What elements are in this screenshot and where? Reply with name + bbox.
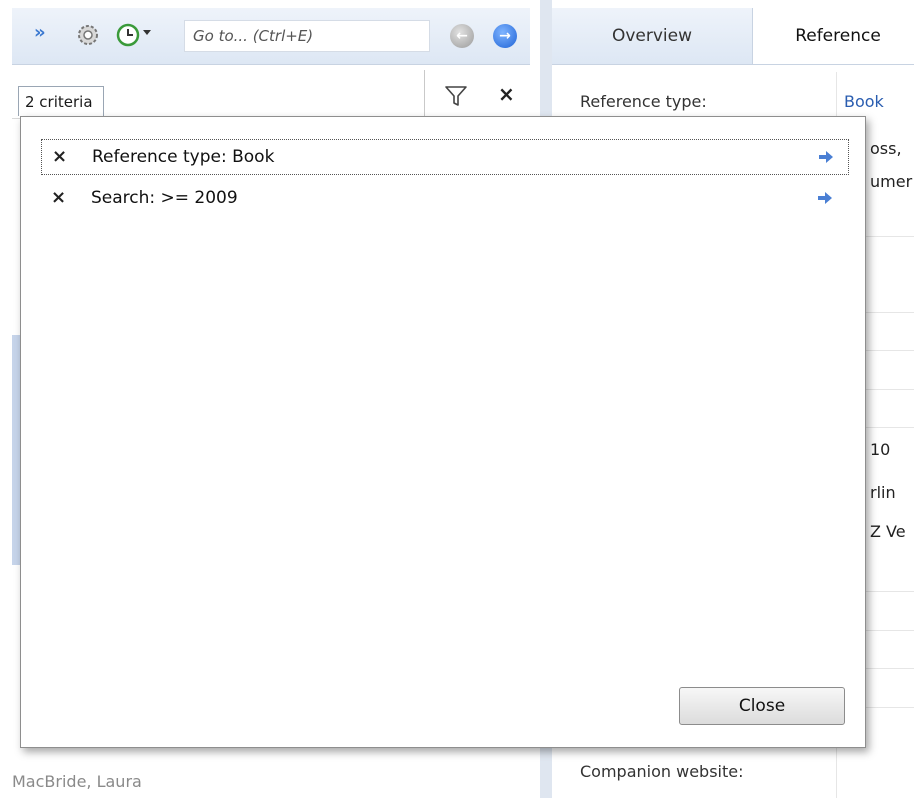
filter-funnel-icon[interactable] bbox=[444, 84, 468, 108]
remove-criterion-button[interactable]: × bbox=[52, 146, 67, 167]
arrow-right-icon[interactable] bbox=[818, 150, 834, 164]
filter-row: 2 criteria × bbox=[12, 70, 530, 119]
criterion-label: Search: >= 2009 bbox=[91, 188, 238, 208]
gear-icon[interactable] bbox=[75, 22, 101, 48]
arrow-right-icon: → bbox=[499, 28, 511, 44]
field-value-peek: Z Ve bbox=[870, 522, 906, 541]
divider bbox=[424, 70, 425, 118]
expand-button[interactable]: » bbox=[34, 22, 46, 43]
arrow-right-icon[interactable] bbox=[817, 191, 833, 205]
close-button[interactable]: Close bbox=[679, 687, 845, 725]
criteria-tab[interactable]: 2 criteria bbox=[18, 86, 104, 116]
reference-type-value[interactable]: Book bbox=[844, 92, 884, 111]
goto-input[interactable]: Go to... (Ctrl+E) bbox=[184, 20, 430, 52]
criteria-popup: × Reference type: Book × Search: >= 2009… bbox=[20, 116, 866, 748]
reference-type-label: Reference type: bbox=[580, 92, 707, 111]
field-value-peek: 10 bbox=[870, 440, 891, 459]
companion-website-label: Companion website: bbox=[580, 762, 744, 781]
criterion-label: Reference type: Book bbox=[92, 147, 275, 167]
selection-indicator bbox=[12, 335, 20, 565]
author-list-item[interactable]: MacBride, Laura bbox=[12, 772, 142, 791]
field-value-peek: rlin bbox=[870, 483, 896, 502]
back-button[interactable]: ← bbox=[450, 24, 474, 48]
tab-reference[interactable]: Reference bbox=[752, 8, 914, 64]
tab-strip: Overview Reference bbox=[552, 8, 914, 65]
forward-button[interactable]: → bbox=[493, 24, 517, 48]
remove-criterion-button[interactable]: × bbox=[51, 187, 66, 208]
field-value-peek: umer bbox=[870, 172, 913, 191]
toolbar: » Go to... (Ctrl+E) ← → bbox=[12, 8, 530, 65]
field-value-peek: oss, bbox=[870, 139, 902, 158]
tab-overview[interactable]: Overview bbox=[552, 8, 752, 64]
clear-filter-button[interactable]: × bbox=[498, 82, 515, 106]
history-clock-icon[interactable] bbox=[115, 22, 141, 48]
arrow-left-icon: ← bbox=[456, 28, 468, 44]
criteria-item[interactable]: × Reference type: Book bbox=[41, 139, 849, 175]
history-dropdown-icon[interactable] bbox=[143, 30, 151, 35]
criteria-item[interactable]: × Search: >= 2009 bbox=[41, 181, 849, 217]
